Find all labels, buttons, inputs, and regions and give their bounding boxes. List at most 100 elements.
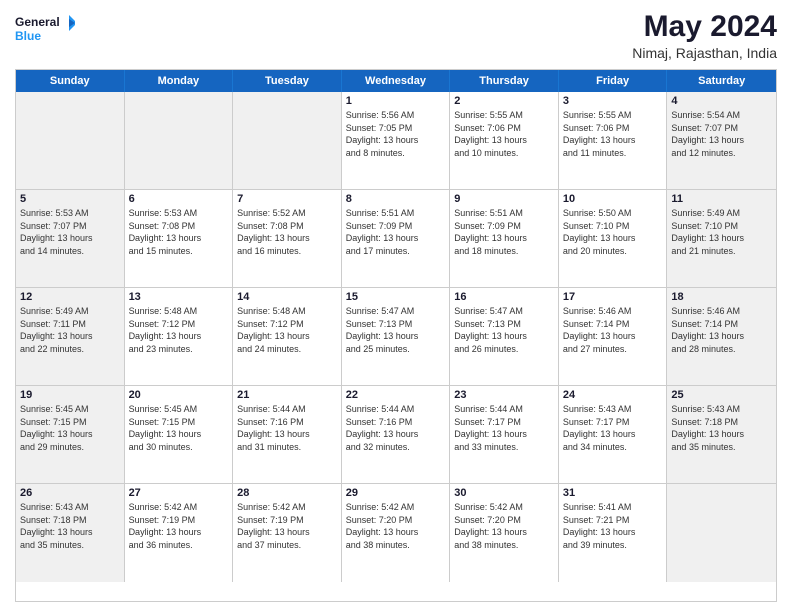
calendar-row: 1 Sunrise: 5:56 AM Sunset: 7:05 PM Daylig… <box>16 92 776 190</box>
day-info: Sunrise: 5:44 AM Sunset: 7:16 PM Dayligh… <box>237 403 337 453</box>
day-info: Sunrise: 5:43 AM Sunset: 7:18 PM Dayligh… <box>20 501 120 551</box>
calendar-cell: 26 Sunrise: 5:43 AM Sunset: 7:18 PM Dayli… <box>16 484 125 582</box>
day-info: Sunrise: 5:42 AM Sunset: 7:20 PM Dayligh… <box>346 501 446 551</box>
day-info: Sunrise: 5:49 AM Sunset: 7:11 PM Dayligh… <box>20 305 120 355</box>
day-number: 19 <box>20 389 120 401</box>
day-number: 30 <box>454 487 554 499</box>
day-number: 29 <box>346 487 446 499</box>
day-info: Sunrise: 5:44 AM Sunset: 7:16 PM Dayligh… <box>346 403 446 453</box>
calendar-cell <box>233 92 342 189</box>
calendar-cell: 1 Sunrise: 5:56 AM Sunset: 7:05 PM Daylig… <box>342 92 451 189</box>
day-info: Sunrise: 5:42 AM Sunset: 7:20 PM Dayligh… <box>454 501 554 551</box>
day-info: Sunrise: 5:42 AM Sunset: 7:19 PM Dayligh… <box>237 501 337 551</box>
day-number: 24 <box>563 389 663 401</box>
calendar-cell: 11Sunrise: 5:49 AM Sunset: 7:10 PM Dayli… <box>667 190 776 287</box>
day-info: Sunrise: 5:46 AM Sunset: 7:14 PM Dayligh… <box>671 305 772 355</box>
calendar-cell: 27 Sunrise: 5:42 AM Sunset: 7:19 PM Dayli… <box>125 484 234 582</box>
day-info: Sunrise: 5:54 AM Sunset: 7:07 PM Dayligh… <box>671 109 772 159</box>
calendar-cell: 3Sunrise: 5:55 AM Sunset: 7:06 PM Daylig… <box>559 92 668 189</box>
day-number: 6 <box>129 193 229 205</box>
day-number: 18 <box>671 291 772 303</box>
calendar-header-cell: Monday <box>125 70 234 92</box>
day-number: 21 <box>237 389 337 401</box>
calendar-row: 19 Sunrise: 5:45 AM Sunset: 7:15 PM Dayli… <box>16 386 776 484</box>
calendar-cell: 9Sunrise: 5:51 AM Sunset: 7:09 PM Daylig… <box>450 190 559 287</box>
header: General Blue May 2024 Nimaj, Rajasthan, … <box>15 10 777 61</box>
calendar-header-cell: Tuesday <box>233 70 342 92</box>
calendar-cell: 25 Sunrise: 5:43 AM Sunset: 7:18 PM Dayli… <box>667 386 776 483</box>
svg-text:Blue: Blue <box>15 29 41 43</box>
day-info: Sunrise: 5:48 AM Sunset: 7:12 PM Dayligh… <box>237 305 337 355</box>
calendar: SundayMondayTuesdayWednesdayThursdayFrid… <box>15 69 777 602</box>
calendar-cell: 16 Sunrise: 5:47 AM Sunset: 7:13 PM Dayli… <box>450 288 559 385</box>
calendar-header: SundayMondayTuesdayWednesdayThursdayFrid… <box>16 70 776 92</box>
subtitle: Nimaj, Rajasthan, India <box>632 45 777 61</box>
calendar-cell: 20 Sunrise: 5:45 AM Sunset: 7:15 PM Dayli… <box>125 386 234 483</box>
day-number: 12 <box>20 291 120 303</box>
calendar-header-cell: Friday <box>559 70 668 92</box>
calendar-cell: 12 Sunrise: 5:49 AM Sunset: 7:11 PM Dayli… <box>16 288 125 385</box>
day-info: Sunrise: 5:56 AM Sunset: 7:05 PM Dayligh… <box>346 109 446 159</box>
day-number: 23 <box>454 389 554 401</box>
calendar-cell: 14 Sunrise: 5:48 AM Sunset: 7:12 PM Dayli… <box>233 288 342 385</box>
day-number: 28 <box>237 487 337 499</box>
calendar-cell: 18 Sunrise: 5:46 AM Sunset: 7:14 PM Dayli… <box>667 288 776 385</box>
calendar-cell: 29 Sunrise: 5:42 AM Sunset: 7:20 PM Dayli… <box>342 484 451 582</box>
calendar-header-cell: Thursday <box>450 70 559 92</box>
calendar-cell: 28 Sunrise: 5:42 AM Sunset: 7:19 PM Dayli… <box>233 484 342 582</box>
main-title: May 2024 <box>632 10 777 43</box>
day-info: Sunrise: 5:53 AM Sunset: 7:08 PM Dayligh… <box>129 207 229 257</box>
day-number: 14 <box>237 291 337 303</box>
calendar-cell: 19Sunrise: 5:45 AM Sunset: 7:15 PM Dayli… <box>16 386 125 483</box>
calendar-cell: 31Sunrise: 5:41 AM Sunset: 7:21 PM Dayli… <box>559 484 668 582</box>
calendar-cell: 15Sunrise: 5:47 AM Sunset: 7:13 PM Dayli… <box>342 288 451 385</box>
calendar-row: 26 Sunrise: 5:43 AM Sunset: 7:18 PM Dayli… <box>16 484 776 582</box>
calendar-cell: 21 Sunrise: 5:44 AM Sunset: 7:16 PM Dayli… <box>233 386 342 483</box>
day-number: 2 <box>454 95 554 107</box>
day-number: 20 <box>129 389 229 401</box>
day-info: Sunrise: 5:42 AM Sunset: 7:19 PM Dayligh… <box>129 501 229 551</box>
calendar-cell <box>667 484 776 582</box>
calendar-cell: 22Sunrise: 5:44 AM Sunset: 7:16 PM Dayli… <box>342 386 451 483</box>
calendar-cell <box>16 92 125 189</box>
calendar-cell: 4Sunrise: 5:54 AM Sunset: 7:07 PM Daylig… <box>667 92 776 189</box>
calendar-row: 5Sunrise: 5:53 AM Sunset: 7:07 PM Daylig… <box>16 190 776 288</box>
day-info: Sunrise: 5:41 AM Sunset: 7:21 PM Dayligh… <box>563 501 663 551</box>
day-number: 8 <box>346 193 446 205</box>
calendar-cell: 8Sunrise: 5:51 AM Sunset: 7:09 PM Daylig… <box>342 190 451 287</box>
day-number: 9 <box>454 193 554 205</box>
day-number: 16 <box>454 291 554 303</box>
day-number: 27 <box>129 487 229 499</box>
day-info: Sunrise: 5:49 AM Sunset: 7:10 PM Dayligh… <box>671 207 772 257</box>
calendar-cell: 10 Sunrise: 5:50 AM Sunset: 7:10 PM Dayli… <box>559 190 668 287</box>
day-info: Sunrise: 5:47 AM Sunset: 7:13 PM Dayligh… <box>454 305 554 355</box>
calendar-cell: 7Sunrise: 5:52 AM Sunset: 7:08 PM Daylig… <box>233 190 342 287</box>
day-number: 13 <box>129 291 229 303</box>
calendar-cell: 13 Sunrise: 5:48 AM Sunset: 7:12 PM Dayli… <box>125 288 234 385</box>
logo-svg: General Blue <box>15 10 75 55</box>
svg-text:General: General <box>15 15 60 29</box>
calendar-header-cell: Sunday <box>16 70 125 92</box>
day-info: Sunrise: 5:44 AM Sunset: 7:17 PM Dayligh… <box>454 403 554 453</box>
calendar-cell: 23 Sunrise: 5:44 AM Sunset: 7:17 PM Dayli… <box>450 386 559 483</box>
day-info: Sunrise: 5:45 AM Sunset: 7:15 PM Dayligh… <box>129 403 229 453</box>
day-info: Sunrise: 5:47 AM Sunset: 7:13 PM Dayligh… <box>346 305 446 355</box>
calendar-cell: 30 Sunrise: 5:42 AM Sunset: 7:20 PM Dayli… <box>450 484 559 582</box>
day-number: 25 <box>671 389 772 401</box>
calendar-cell: 5Sunrise: 5:53 AM Sunset: 7:07 PM Daylig… <box>16 190 125 287</box>
title-area: May 2024 Nimaj, Rajasthan, India <box>632 10 777 61</box>
day-number: 3 <box>563 95 663 107</box>
day-info: Sunrise: 5:48 AM Sunset: 7:12 PM Dayligh… <box>129 305 229 355</box>
day-number: 7 <box>237 193 337 205</box>
day-info: Sunrise: 5:50 AM Sunset: 7:10 PM Dayligh… <box>563 207 663 257</box>
day-number: 1 <box>346 95 446 107</box>
logo: General Blue <box>15 10 75 55</box>
day-number: 17 <box>563 291 663 303</box>
day-info: Sunrise: 5:43 AM Sunset: 7:18 PM Dayligh… <box>671 403 772 453</box>
page: General Blue May 2024 Nimaj, Rajasthan, … <box>0 0 792 612</box>
day-number: 10 <box>563 193 663 205</box>
calendar-cell: 24Sunrise: 5:43 AM Sunset: 7:17 PM Dayli… <box>559 386 668 483</box>
calendar-cell: 17Sunrise: 5:46 AM Sunset: 7:14 PM Dayli… <box>559 288 668 385</box>
calendar-body: 1 Sunrise: 5:56 AM Sunset: 7:05 PM Daylig… <box>16 92 776 582</box>
day-number: 26 <box>20 487 120 499</box>
